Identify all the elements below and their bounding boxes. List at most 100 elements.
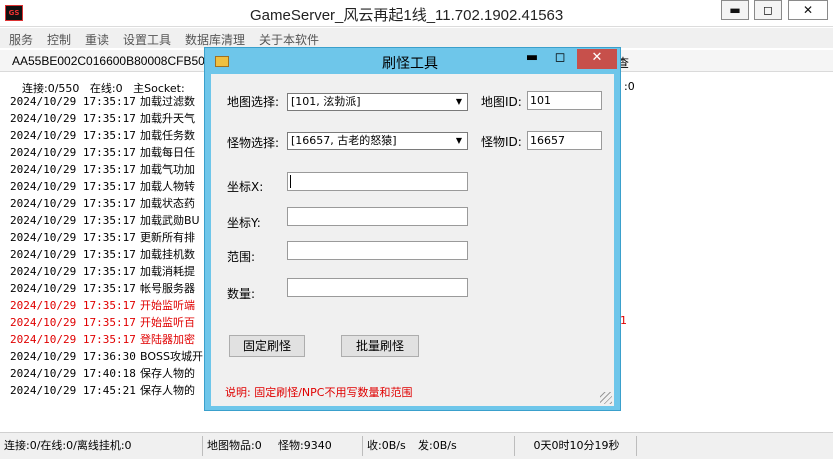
log-message: BOSS攻城开 (140, 350, 203, 363)
log-message: 更新所有排 (140, 231, 195, 244)
log-row[interactable]: 2024/10/29 17:45:21 保存人物的 (10, 382, 195, 398)
monster-select-value: [16657, 古老的怒猿] (291, 134, 397, 147)
log-message: 开始监听端 (140, 299, 195, 312)
coord-y-label: 坐标Y: (227, 216, 261, 230)
app-logo-icon: GS (5, 5, 23, 21)
log-message: 加载消耗提 (140, 265, 195, 278)
close-button[interactable]: ✕ (788, 0, 828, 20)
log-row[interactable]: 2024/10/29 17:35:17 加载人物转 (10, 178, 195, 194)
spawn-tool-dialog: 刷怪工具 ▬ ◻ ✕ 地图选择: [101, 泫勃派] ▼ 地图ID: 101 … (204, 47, 621, 411)
log-message: 加载挂机数 (140, 248, 195, 261)
menu-service[interactable]: 服务 (9, 31, 33, 48)
log-message: 登陆器加密 (140, 333, 195, 346)
monster-id-label: 怪物ID: (481, 135, 522, 149)
log-row[interactable]: 2024/10/29 17:35:17 帐号服务器 (10, 280, 195, 296)
menu-settings-tools[interactable]: 设置工具 (123, 31, 171, 48)
log-row[interactable]: 2024/10/29 17:35:17 开始监听百 (10, 314, 195, 330)
map-id-field[interactable]: 101 (527, 91, 602, 110)
log-timestamp: 2024/10/29 17:35:17 (10, 316, 136, 329)
log-message: 帐号服务器 (140, 282, 195, 295)
log-row[interactable]: 2024/10/29 17:40:18 保存人物的 (10, 365, 195, 381)
log-timestamp: 2024/10/29 17:35:17 (10, 333, 136, 346)
status-connections: 连接:0/在线:0/离线挂机:0 (4, 439, 132, 452)
chevron-down-icon[interactable]: ▼ (451, 133, 467, 149)
status-monsters: 怪物:9340 (278, 439, 332, 452)
status-empty-cell (636, 436, 833, 456)
log-timestamp: 2024/10/29 17:35:17 (10, 129, 136, 142)
text-caret (290, 175, 291, 188)
status-bar: 连接:0/在线:0/离线挂机:0 地图物品:0 怪物:9340 收:0B/s 发… (0, 432, 833, 459)
chevron-down-icon[interactable]: ▼ (451, 94, 467, 110)
minimize-button[interactable]: ▬ (721, 0, 749, 20)
log-row[interactable]: 2024/10/29 17:35:17 加载状态药 (10, 195, 195, 211)
log-message: 加载武勋BU (140, 214, 200, 227)
menu-about[interactable]: 关于本软件 (259, 31, 319, 48)
map-select-value: [101, 泫勃派] (291, 95, 361, 108)
log-timestamp: 2024/10/29 17:35:17 (10, 282, 136, 295)
status-uptime: 0天0时10分19秒 (514, 436, 634, 456)
log-timestamp: 2024/10/29 17:35:17 (10, 214, 136, 227)
menu-control[interactable]: 控制 (47, 31, 71, 48)
monster-id-field[interactable]: 16657 (527, 131, 602, 150)
server-key-tab[interactable]: AA55BE002C016600B80008CFB50 (12, 54, 205, 68)
log-row[interactable]: 2024/10/29 17:35:17 加载消耗提 (10, 263, 195, 279)
log-right-mark: 1 (620, 314, 627, 327)
log-timestamp: 2024/10/29 17:35:17 (10, 180, 136, 193)
coord-y-field[interactable] (287, 207, 468, 226)
map-select-combo[interactable]: [101, 泫勃派] ▼ (287, 93, 468, 111)
main-titlebar: GS GameServer_风云再起1线_11.702.1902.41563 ▬… (0, 0, 833, 27)
count-label: 数量: (227, 287, 256, 301)
dialog-maximize-button[interactable]: ◻ (546, 49, 574, 69)
map-id-label: 地图ID: (481, 95, 522, 109)
log-timestamp: 2024/10/29 17:35:17 (10, 95, 136, 108)
log-row[interactable]: 2024/10/29 17:35:17 加载任务数 (10, 127, 195, 143)
log-row[interactable]: 2024/10/29 17:35:17 开始监听端 (10, 297, 195, 313)
log-row[interactable]: 2024/10/29 17:35:17 加载武勋BU (10, 212, 200, 228)
log-timestamp: 2024/10/29 17:35:17 (10, 146, 136, 159)
batch-spawn-button[interactable]: 批量刷怪 (341, 335, 419, 357)
status-map-items: 地图物品:0 (202, 436, 272, 456)
log-timestamp: 2024/10/29 17:40:18 (10, 367, 136, 380)
status-send: 发:0B/s (418, 439, 457, 452)
log-message: 保存人物的 (140, 384, 195, 397)
log-row[interactable]: 2024/10/29 17:35:17 加载过滤数 (10, 93, 195, 109)
count-field[interactable] (287, 278, 468, 297)
resize-grip-icon[interactable] (600, 392, 612, 404)
log-timestamp: 2024/10/29 17:35:17 (10, 299, 136, 312)
log-timestamp: 2024/10/29 17:36:30 (10, 350, 136, 363)
log-timestamp: 2024/10/29 17:35:17 (10, 248, 136, 261)
log-row[interactable]: 2024/10/29 17:35:17 登陆器加密 (10, 331, 195, 347)
dialog-app-icon (215, 56, 229, 67)
range-field[interactable] (287, 241, 468, 260)
status-line-right: :0 (624, 80, 635, 93)
log-message: 加载任务数 (140, 129, 195, 142)
log-message: 开始监听百 (140, 316, 195, 329)
log-message: 加载过滤数 (140, 95, 195, 108)
log-message: 加载每日任 (140, 146, 195, 159)
log-row[interactable]: 2024/10/29 17:35:17 加载气功加 (10, 161, 195, 177)
log-row[interactable]: 2024/10/29 17:35:17 加载挂机数 (10, 246, 195, 262)
log-timestamp: 2024/10/29 17:35:17 (10, 265, 136, 278)
coord-x-field[interactable] (287, 172, 468, 191)
log-message: 加载状态药 (140, 197, 195, 210)
log-row[interactable]: 2024/10/29 17:35:17 加载每日任 (10, 144, 195, 160)
log-timestamp: 2024/10/29 17:35:17 (10, 231, 136, 244)
monster-select-combo[interactable]: [16657, 古老的怒猿] ▼ (287, 132, 468, 150)
log-row[interactable]: 2024/10/29 17:36:30 BOSS攻城开 (10, 348, 203, 364)
log-row[interactable]: 2024/10/29 17:35:17 更新所有排 (10, 229, 195, 245)
dialog-body: 地图选择: [101, 泫勃派] ▼ 地图ID: 101 怪物选择: [1665… (211, 74, 614, 406)
dialog-minimize-button[interactable]: ▬ (518, 49, 546, 69)
log-timestamp: 2024/10/29 17:45:21 (10, 384, 136, 397)
dialog-close-button[interactable]: ✕ (577, 49, 617, 69)
menu-bar: 服务 控制 重读 设置工具 数据库清理 关于本软件 (0, 28, 833, 48)
fixed-spawn-button[interactable]: 固定刷怪 (229, 335, 305, 357)
log-row[interactable]: 2024/10/29 17:35:17 加载升天气 (10, 110, 195, 126)
log-message: 保存人物的 (140, 367, 195, 380)
menu-reload[interactable]: 重读 (85, 31, 109, 48)
usage-note: 说明: 固定刷怪/NPC不用写数量和范围 (225, 386, 413, 399)
maximize-button[interactable]: ◻ (754, 0, 782, 20)
status-recv: 收:0B/s (362, 436, 414, 456)
dialog-titlebar[interactable]: 刷怪工具 ▬ ◻ ✕ (205, 48, 620, 73)
menu-db-cleanup[interactable]: 数据库清理 (185, 31, 245, 48)
log-message: 加载人物转 (140, 180, 195, 193)
